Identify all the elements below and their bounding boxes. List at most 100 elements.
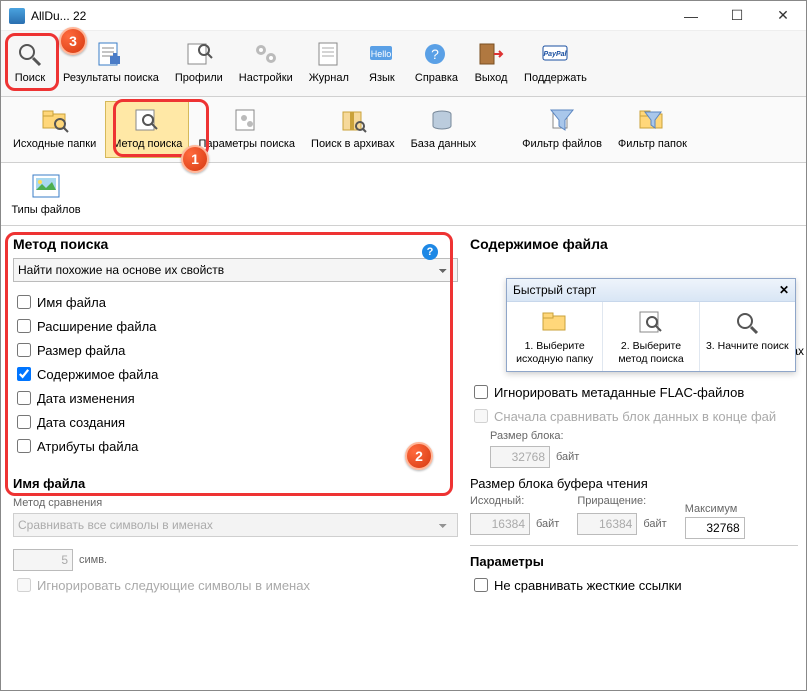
byte-suffix-2: байт <box>536 518 559 530</box>
method-check-2-label: Размер файла <box>37 343 125 358</box>
subrib-db[interactable]: База данных <box>404 101 484 158</box>
method-check-4[interactable] <box>17 391 31 405</box>
rib-profiles[interactable]: Профили <box>168 35 230 89</box>
help-icon[interactable]: ? <box>422 244 438 260</box>
qs-step-2-label: 2. Выберите метод поиска <box>605 340 696 365</box>
sparams-icon <box>231 104 263 136</box>
subrib-filefilter-label: Фильтр файлов <box>522 138 602 150</box>
method-check-6-label: Атрибуты файла <box>37 439 138 454</box>
rib-help-label: Справка <box>415 72 458 84</box>
subrib-sparams[interactable]: Параметры поиска <box>191 101 302 158</box>
method-icon <box>131 104 163 136</box>
svg-text:Hello: Hello <box>371 49 392 59</box>
close-button[interactable]: ✕ <box>760 1 806 31</box>
method-check-0[interactable] <box>17 295 31 309</box>
subrib-dirfilter[interactable]: Фильтр папок <box>611 101 694 158</box>
qs-step-3-label: 3. Начните поиск <box>702 340 793 353</box>
subrib-archives-label: Поиск в архивах <box>311 138 395 150</box>
method-check-1-label: Расширение файла <box>37 319 156 334</box>
method-check-6[interactable] <box>17 439 31 453</box>
inc-label: Приращение: <box>577 495 666 507</box>
max-label: Максимум <box>685 503 745 515</box>
block-size-label: Размер блока: <box>490 430 798 442</box>
qs-icon-2 <box>635 308 667 336</box>
method-check-3-label: Содержимое файла <box>37 367 158 382</box>
dirfilter-icon <box>636 104 668 136</box>
app-icon <box>9 8 25 24</box>
tail-compare-checkbox[interactable] <box>474 409 488 423</box>
hardlinks-label: Не сравнивать жесткие ссылки <box>494 578 682 593</box>
rib-search[interactable]: Поиск <box>6 35 54 89</box>
quickstart-step-1[interactable]: 1. Выберите исходную папку <box>507 302 603 371</box>
search-icon <box>14 38 46 70</box>
subrib-srcfolders[interactable]: Исходные папки <box>6 101 103 158</box>
read-buffer-title: Размер блока буфера чтения <box>470 476 798 491</box>
ignore-flac-checkbox[interactable] <box>474 385 488 399</box>
src-value-input[interactable] <box>470 513 530 535</box>
method-check-5[interactable] <box>17 415 31 429</box>
method-check-1[interactable] <box>17 319 31 333</box>
subrib-method-label: Метод поиска <box>112 138 182 150</box>
max-value-input[interactable] <box>685 517 745 539</box>
window-title: AllDu... 22 <box>31 9 668 23</box>
rib-lang-label: Язык <box>369 72 395 84</box>
filetypes-button[interactable]: Типы файлов <box>6 167 86 221</box>
content-title: Содержимое файла <box>470 236 798 252</box>
quickstart-title: Быстрый старт <box>513 283 596 297</box>
byte-suffix-1: байт <box>556 451 579 463</box>
maximize-button[interactable]: ☐ <box>714 1 760 31</box>
method-check-3[interactable] <box>17 367 31 381</box>
image-icon <box>30 170 62 202</box>
block-size-input[interactable] <box>490 446 550 468</box>
method-combo[interactable]: Найти похожие на основе их свойств <box>13 258 458 282</box>
subrib-db-label: База данных <box>411 138 477 150</box>
hardlinks-checkbox[interactable] <box>474 578 488 592</box>
subrib-srcfolders-label: Исходные папки <box>13 138 96 150</box>
results-icon <box>95 38 127 70</box>
method-panel: Метод поиска ? Найти похожие на основе и… <box>1 226 466 687</box>
compare-method-label: Метод сравнения <box>13 497 458 509</box>
subrib-archives[interactable]: Поиск в архивах <box>304 101 402 158</box>
lang-icon: Hello <box>366 38 398 70</box>
ignore-chars-label: Игнорировать следующие символы в именах <box>37 578 310 593</box>
rib-journal-label: Журнал <box>309 72 349 84</box>
tail-compare-label: Сначала сравнивать блок данных в конце ф… <box>494 409 776 424</box>
rib-settings[interactable]: Настройки <box>232 35 300 89</box>
subrib-filefilter[interactable]: Фильтр файлов <box>515 101 609 158</box>
rib-help[interactable]: ?Справка <box>408 35 465 89</box>
params-title: Параметры <box>470 554 798 569</box>
chars-input[interactable] <box>13 549 73 571</box>
rib-journal[interactable]: Журнал <box>302 35 356 89</box>
journal-icon <box>313 38 345 70</box>
inc-value-input[interactable] <box>577 513 637 535</box>
rib-exit[interactable]: Выход <box>467 35 515 89</box>
minimize-button[interactable]: — <box>668 1 714 31</box>
quickstart-step-2[interactable]: 2. Выберите метод поиска <box>603 302 699 371</box>
rib-support[interactable]: PayPalПоддержать <box>517 35 594 89</box>
badge-3: 3 <box>59 27 87 55</box>
filefilter-icon <box>546 104 578 136</box>
ignore-chars-checkbox[interactable] <box>17 578 31 592</box>
method-check-2[interactable] <box>17 343 31 357</box>
content-panel: Содержимое файла файлах Быстрый старт ✕ … <box>466 226 806 687</box>
quickstart-step-3[interactable]: 3. Начните поиск <box>700 302 795 371</box>
badge-2: 2 <box>405 442 433 470</box>
qs-icon-1 <box>539 308 571 336</box>
rib-exit-label: Выход <box>475 72 508 84</box>
method-check-5-label: Дата создания <box>37 415 125 430</box>
chars-suffix: симв. <box>79 554 107 566</box>
ignore-flac-label: Игнорировать метаданные FLAC-файлов <box>494 385 744 400</box>
svg-text:PayPal: PayPal <box>544 51 568 58</box>
rib-profiles-label: Профили <box>175 72 223 84</box>
profiles-icon <box>183 38 215 70</box>
ribbon-main: ПоискРезультаты поискаПрофилиНастройкиЖу… <box>1 31 806 97</box>
rib-lang[interactable]: Hello Язык <box>358 35 406 89</box>
ribbon-sub: Исходные папки Метод поиска Параметры поис… <box>1 97 806 163</box>
compare-names-combo[interactable]: Сравнивать все символы в именах <box>13 513 458 537</box>
quickstart-close-icon[interactable]: ✕ <box>779 283 789 297</box>
rib-settings-label: Настройки <box>239 72 293 84</box>
byte-suffix-3: байт <box>643 518 666 530</box>
src-label: Исходный: <box>470 495 559 507</box>
filename-title: Имя файла <box>13 476 458 491</box>
subrib-method[interactable]: Метод поиска <box>105 101 189 158</box>
